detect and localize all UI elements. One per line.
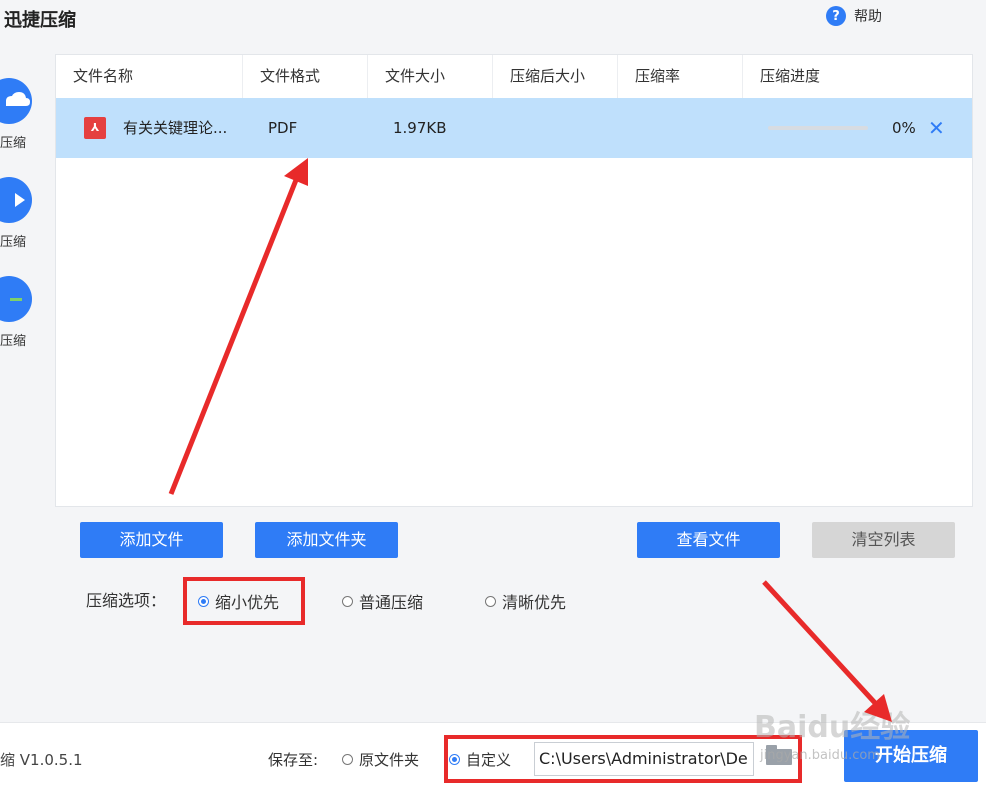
column-header-name: 文件名称 [56,55,243,98]
app-title: 迅捷压缩 [4,10,76,31]
sidebar-item-compress-3[interactable]: 压缩 [0,276,46,349]
progress-bar [768,126,868,130]
sidebar-item-label: 压缩 [0,235,27,250]
highlight-box-option [183,577,305,625]
remove-file-button[interactable]: ✕ [928,98,945,158]
option-normal[interactable]: 普通压缩 [342,589,423,613]
view-files-button[interactable]: 查看文件 [637,522,780,558]
help-label: 帮助 [854,9,882,25]
clear-list-button[interactable]: 清空列表 [812,522,955,558]
option-label: 普通压缩 [359,593,424,612]
option-label: 清晰优先 [502,593,567,612]
progress-text: 0% [892,119,916,137]
start-compress-button[interactable]: 开始压缩 [844,730,978,782]
save-original-folder-option[interactable]: 原文件夹 [342,749,419,770]
compression-options-label: 压缩选项： [86,591,167,610]
column-header-size: 文件大小 [368,55,493,98]
radio-unselected [485,595,496,607]
column-header-compressed-size: 压缩后大小 [493,55,618,98]
column-header-progress: 压缩进度 [760,67,821,85]
file-format: PDF [268,119,298,137]
sidebar-item-compress-2[interactable]: 压缩 [0,177,46,250]
radio-unselected [342,754,353,765]
version-label: 缩 V1.0.5.1 [0,751,83,769]
pdf-file-icon: ⅄ [84,117,106,139]
cloud-icon [0,78,32,124]
help-icon: ? [826,6,846,26]
help-button[interactable]: ? 帮助 [826,6,882,26]
add-folder-button[interactable]: 添加文件夹 [255,522,398,558]
column-header-rate: 压缩率 [618,55,743,98]
file-size: 1.97KB [393,119,447,137]
arrow-to-start [762,580,878,706]
sidebar-item-label: 压缩 [0,334,27,349]
sidebar-item-compress-1[interactable]: 压缩 [0,78,46,151]
highlight-box-save-path [444,735,802,783]
option-label: 原文件夹 [359,751,420,769]
save-to-label: 保存至: [268,751,319,769]
option-clarity-first[interactable]: 清晰优先 [485,589,566,613]
sidebar-item-label: 压缩 [0,136,27,151]
arrow-head-down [864,694,892,722]
column-header-format: 文件格式 [243,55,368,98]
add-file-button[interactable]: 添加文件 [80,522,223,558]
table-row[interactable]: ⅄ 有关关键理论... PDF 1.97KB 0% ✕ [56,98,972,158]
play-icon [0,177,32,223]
table-header: 文件名称 文件格式 文件大小 压缩后大小 压缩率 压缩进度 [56,55,972,99]
file-list: 文件名称 文件格式 文件大小 压缩后大小 压缩率 压缩进度 ⅄ 有关关键理论..… [55,54,973,507]
file-name: 有关关键理论... [123,119,228,137]
chart-icon [0,276,32,322]
radio-unselected [342,595,353,607]
